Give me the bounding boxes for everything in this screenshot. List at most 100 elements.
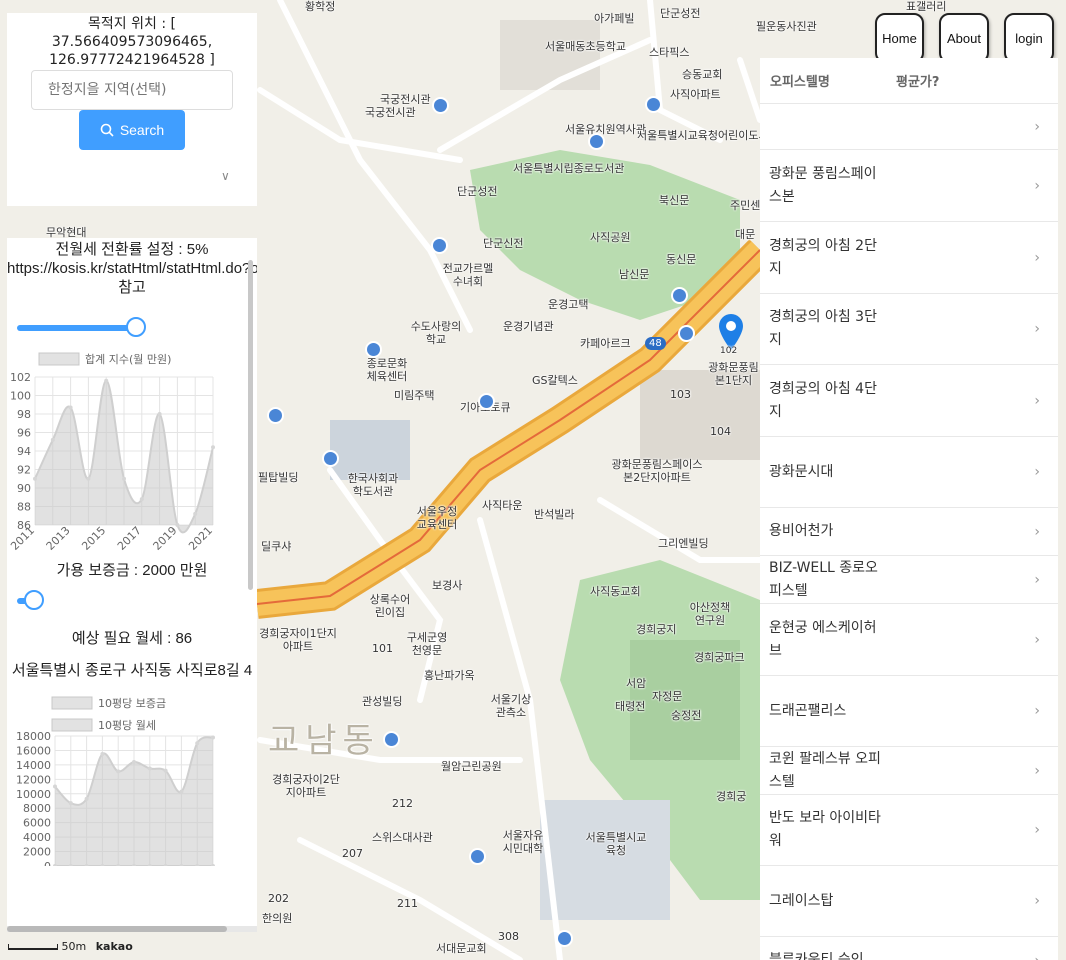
list-item[interactable]: 용비어천가 › — [760, 508, 1058, 556]
bus-stop-icon[interactable] — [671, 287, 688, 304]
map-label: 스타픽스 — [649, 46, 690, 59]
data-point — [68, 801, 73, 806]
deposit-label: 가용 보증금 : 2000 만원 — [56, 562, 208, 579]
deposit-rent-chart: 10평당 보증금 10평당 월세 02000 40006000 800010000 120… — [7, 696, 257, 873]
map-label: 구세군영천영문 — [406, 631, 448, 657]
officetel-list-panel: 오피스텔명 평균가? › 광화문 풍림스페이스본 › 경희궁의 아침 2단지 › 경희궁의… — [760, 58, 1058, 960]
map-label: 카페아르크 — [580, 337, 631, 350]
map-label: 경희궁지 — [636, 623, 677, 636]
chevron-right-icon: › — [1034, 464, 1040, 480]
bus-stop-icon[interactable] — [645, 96, 662, 113]
list-item[interactable]: 경희궁의 아침 3단지 › — [760, 294, 1058, 365]
map-label: 운경고택 — [548, 298, 589, 311]
y-tick-label: 0 — [44, 860, 51, 866]
y-tick-label: 2000 — [23, 846, 51, 859]
header-average[interactable]: 평균가? — [896, 71, 939, 90]
list-item[interactable]: 그레이스탑 › — [760, 866, 1058, 937]
map-label: 서울자유시민대학 — [502, 829, 544, 855]
map-label: 표갤러리 — [906, 0, 947, 13]
x-tick-label: 2021 — [186, 524, 215, 553]
map-label: 필탑빌딩 — [258, 471, 299, 484]
map-label: 전교가르멜수녀회 — [442, 262, 494, 288]
slider-thumb[interactable] — [125, 317, 146, 337]
officetel-name: 광화문시대 — [769, 463, 834, 480]
list-item[interactable]: 반도 보라 아이비타워 › — [760, 795, 1058, 866]
bus-stop-icon[interactable] — [588, 133, 605, 150]
bus-stop-icon[interactable] — [432, 97, 449, 114]
map-label: 서울특별시교육청 — [585, 831, 647, 857]
map-label: 서울기상관측소 — [490, 693, 532, 719]
chevron-right-icon: › — [1034, 762, 1040, 779]
map-label: 주민센 — [730, 199, 761, 212]
map-label: GS칼텍스 — [532, 374, 578, 387]
map-label: 사직아파트 — [670, 88, 721, 101]
kakao-logo: kakao — [95, 940, 133, 953]
slider-thumb[interactable] — [23, 590, 44, 610]
legend-swatch — [51, 718, 93, 732]
map-label: 광화문풍림본1단지 — [708, 361, 759, 387]
chevron-right-icon: › — [1034, 523, 1040, 540]
officetel-name: 경희궁의 아침 4단지 — [769, 380, 877, 420]
list-item[interactable]: 코윈 팔레스뷰 오피스텔 › — [760, 747, 1058, 795]
home-button[interactable]: Home — [875, 13, 924, 63]
kosis-reference-link[interactable]: https://kosis.kr/statHtml/statHtml.do?or… — [7, 259, 257, 278]
chevron-right-icon: › — [1034, 893, 1040, 909]
region-input[interactable] — [31, 70, 233, 110]
list-item[interactable]: 경희궁의 아침 2단지 › — [760, 222, 1058, 294]
list-item[interactable]: 운현궁 에스케이허브 › — [760, 604, 1058, 676]
x-tick-label: 2019 — [151, 524, 180, 553]
bus-stop-icon[interactable] — [267, 407, 284, 424]
officetel-list: › 광화문 풍림스페이스본 › 경희궁의 아침 2단지 › 경희궁의 아침 3단지 › 경희궁… — [760, 104, 1058, 960]
data-point — [211, 445, 215, 450]
data-point — [68, 405, 73, 410]
data-point — [53, 784, 57, 789]
deposit-slider[interactable] — [17, 590, 72, 612]
list-item[interactable]: 드래곤팰리스 › — [760, 676, 1058, 747]
search-button[interactable]: Search — [79, 110, 185, 150]
list-item[interactable]: › — [760, 104, 1058, 150]
bus-stop-icon[interactable] — [478, 393, 495, 410]
map-label: 서대문교회 — [436, 942, 487, 955]
map-label: 딜쿠샤 — [261, 540, 292, 553]
chevron-down-icon[interactable]: ∨ — [221, 169, 230, 183]
map-label: 서울우정교육센터 — [416, 505, 458, 531]
bus-stop-icon[interactable] — [383, 731, 400, 748]
officetel-name: 용비어천가 — [769, 523, 834, 539]
y-tick-label: 12000 — [16, 773, 51, 786]
settings-scrollbar[interactable] — [248, 260, 253, 590]
bus-stop-icon[interactable] — [431, 237, 448, 254]
map-label: 경희궁파크 — [694, 651, 745, 664]
list-item[interactable]: 광화문시대 › — [760, 437, 1058, 508]
bus-stop-icon[interactable] — [678, 325, 695, 342]
map-label: 태령전 — [615, 700, 646, 713]
login-button[interactable]: login — [1004, 13, 1054, 63]
chevron-right-icon: › — [1034, 392, 1040, 409]
list-item[interactable]: BIZ-WELL 종로오피스텔 › — [760, 556, 1058, 604]
bus-stop-icon[interactable] — [365, 341, 382, 358]
about-button[interactable]: About — [939, 13, 989, 63]
y-tick-label: 92 — [17, 464, 31, 477]
bus-stop-icon[interactable] — [556, 930, 573, 947]
data-point — [147, 766, 152, 771]
map-label: 서울매동초등학교 — [545, 40, 626, 53]
address-text: 서울특별시 종로구 사직동 사직로8길 4 — [11, 662, 253, 679]
map-label: 308 — [498, 930, 519, 943]
bus-stop-icon[interactable] — [469, 848, 486, 865]
data-point — [175, 523, 180, 527]
conversion-rate-slider[interactable] — [17, 317, 146, 339]
map-label: 반석빌라 — [534, 508, 575, 521]
map-label: 승동교회 — [682, 68, 723, 81]
bus-stop-icon[interactable] — [322, 450, 339, 467]
legend-swatch — [38, 352, 80, 366]
map-label: 경희궁자이1단지아파트 — [259, 627, 337, 653]
horizontal-scrollbar[interactable] — [7, 926, 257, 932]
list-item[interactable]: 경희궁의 아침 4단지 › — [760, 365, 1058, 437]
legend-label: 합계 지수(월 만원) — [85, 353, 171, 366]
map-district-label: 교남동 — [268, 721, 380, 761]
y-tick-label: 94 — [17, 445, 31, 458]
map-label: 필운동사진관 — [756, 20, 817, 33]
map-label: 경희궁 — [716, 790, 747, 803]
list-item[interactable]: 블루카운티 승인 › — [760, 937, 1058, 960]
data-point — [163, 768, 168, 773]
list-item[interactable]: 광화문 풍림스페이스본 › — [760, 150, 1058, 222]
